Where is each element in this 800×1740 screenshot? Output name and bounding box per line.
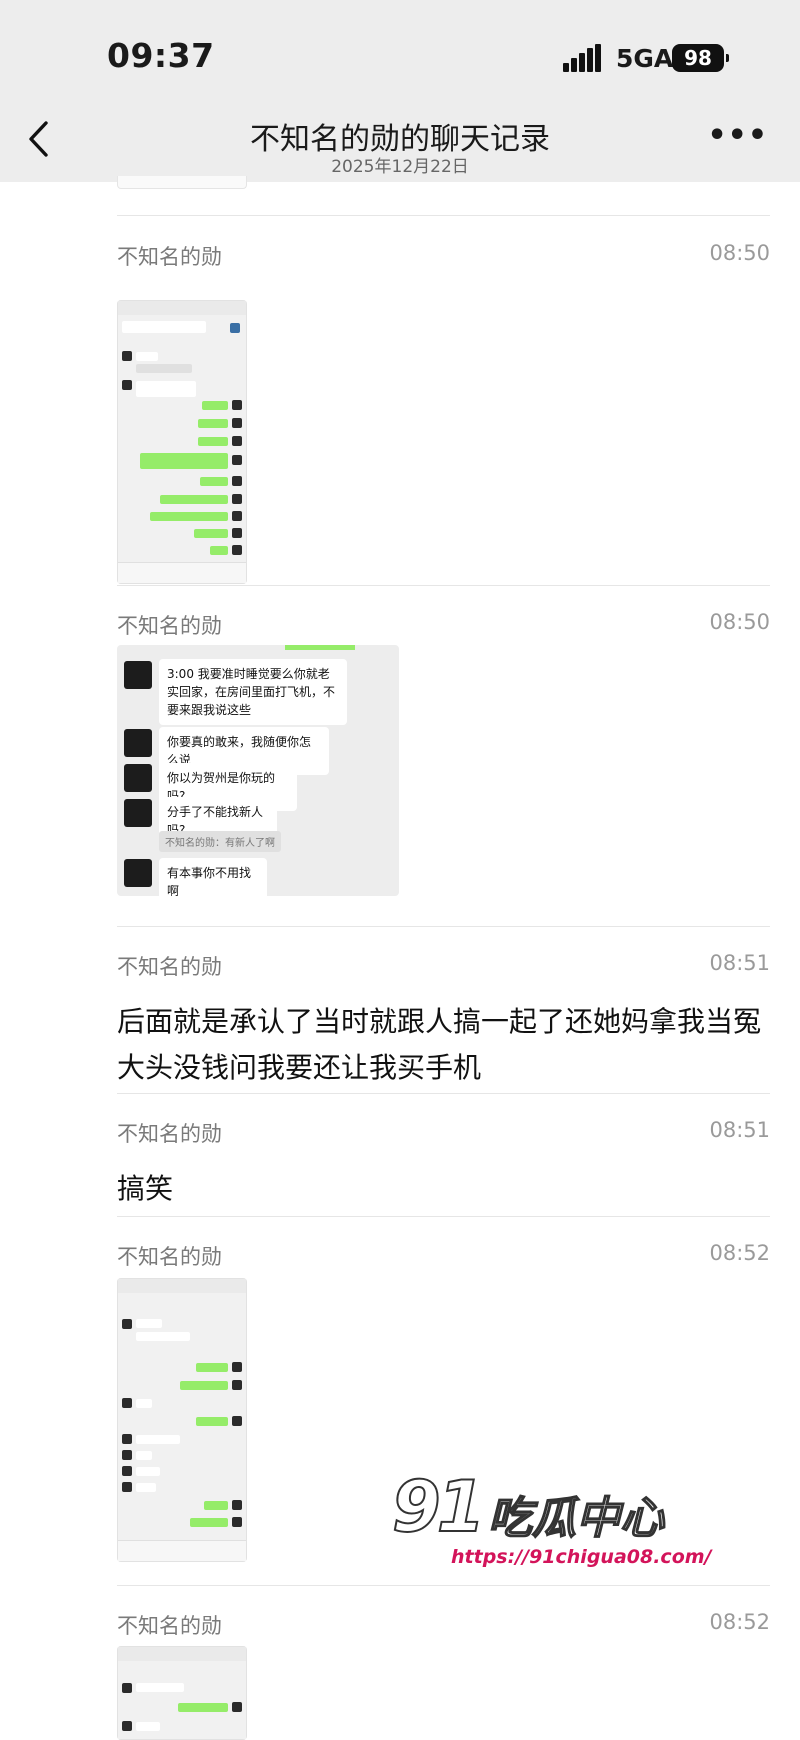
chat-screenshot-image[interactable]: 3:00 我要准时睡觉要么你就老实回家，在房间里面打飞机，不要来跟我说这些 你要… <box>117 645 399 896</box>
watermark-url: https://91chigua08.com/ <box>448 1546 715 1568</box>
image-bubble: 有本事你不用找啊 <box>159 858 267 896</box>
sender-name: 不知名的勋 <box>117 1122 222 1146</box>
divider <box>117 1216 770 1217</box>
divider <box>117 1585 770 1586</box>
chat-screenshot-image[interactable] <box>117 1646 247 1740</box>
chat-screenshot-image[interactable] <box>117 300 247 584</box>
message-time: 08:52 <box>709 1610 770 1634</box>
nav-bar: 不知名的勋的聊天记录 2025年12月22日 ••• <box>0 110 800 182</box>
divider <box>117 215 770 216</box>
message-time: 08:51 <box>709 951 770 975</box>
message-time: 08:52 <box>709 1241 770 1265</box>
watermark-name: 吃瓜中心 <box>487 1492 665 1545</box>
message-time: 08:50 <box>709 610 770 634</box>
more-dots-icon[interactable]: ••• <box>707 118 768 153</box>
sender-name: 不知名的勋 <box>117 955 222 979</box>
chat-screenshot-image[interactable] <box>117 1278 247 1562</box>
divider <box>117 926 770 927</box>
sender-name: 不知名的勋 <box>117 1614 222 1638</box>
watermark: 91 吃瓜中心 https://91chigua08.com/ <box>391 1465 715 1578</box>
message-time: 08:51 <box>709 1118 770 1142</box>
status-bar: 09:37 5GA 98 <box>0 0 800 110</box>
divider <box>117 585 770 586</box>
divider <box>117 1093 770 1094</box>
message-time: 08:50 <box>709 241 770 265</box>
sender-name: 不知名的勋 <box>117 245 222 269</box>
network-type: 5GA <box>616 44 674 73</box>
image-bubble: 3:00 我要准时睡觉要么你就老实回家，在房间里面打飞机，不要来跟我说这些 <box>159 659 347 725</box>
sender-name: 不知名的勋 <box>117 1245 222 1269</box>
message-text: 后面就是承认了当时就跟人搞一起了还她妈拿我当冤大头没钱问我要还让我买手机 <box>117 1005 762 1084</box>
message-text: 搞笑 <box>117 1172 174 1205</box>
previous-image-edge <box>117 176 247 189</box>
signal-icon <box>563 44 607 72</box>
page-subtitle: 2025年12月22日 <box>331 157 469 177</box>
watermark-logo: 91 <box>391 1465 486 1549</box>
image-quote: 不知名的勋：有新人了啊 <box>159 831 281 852</box>
sender-name: 不知名的勋 <box>117 614 222 638</box>
status-time: 09:37 <box>107 36 215 75</box>
battery-icon: 98 <box>672 44 729 72</box>
